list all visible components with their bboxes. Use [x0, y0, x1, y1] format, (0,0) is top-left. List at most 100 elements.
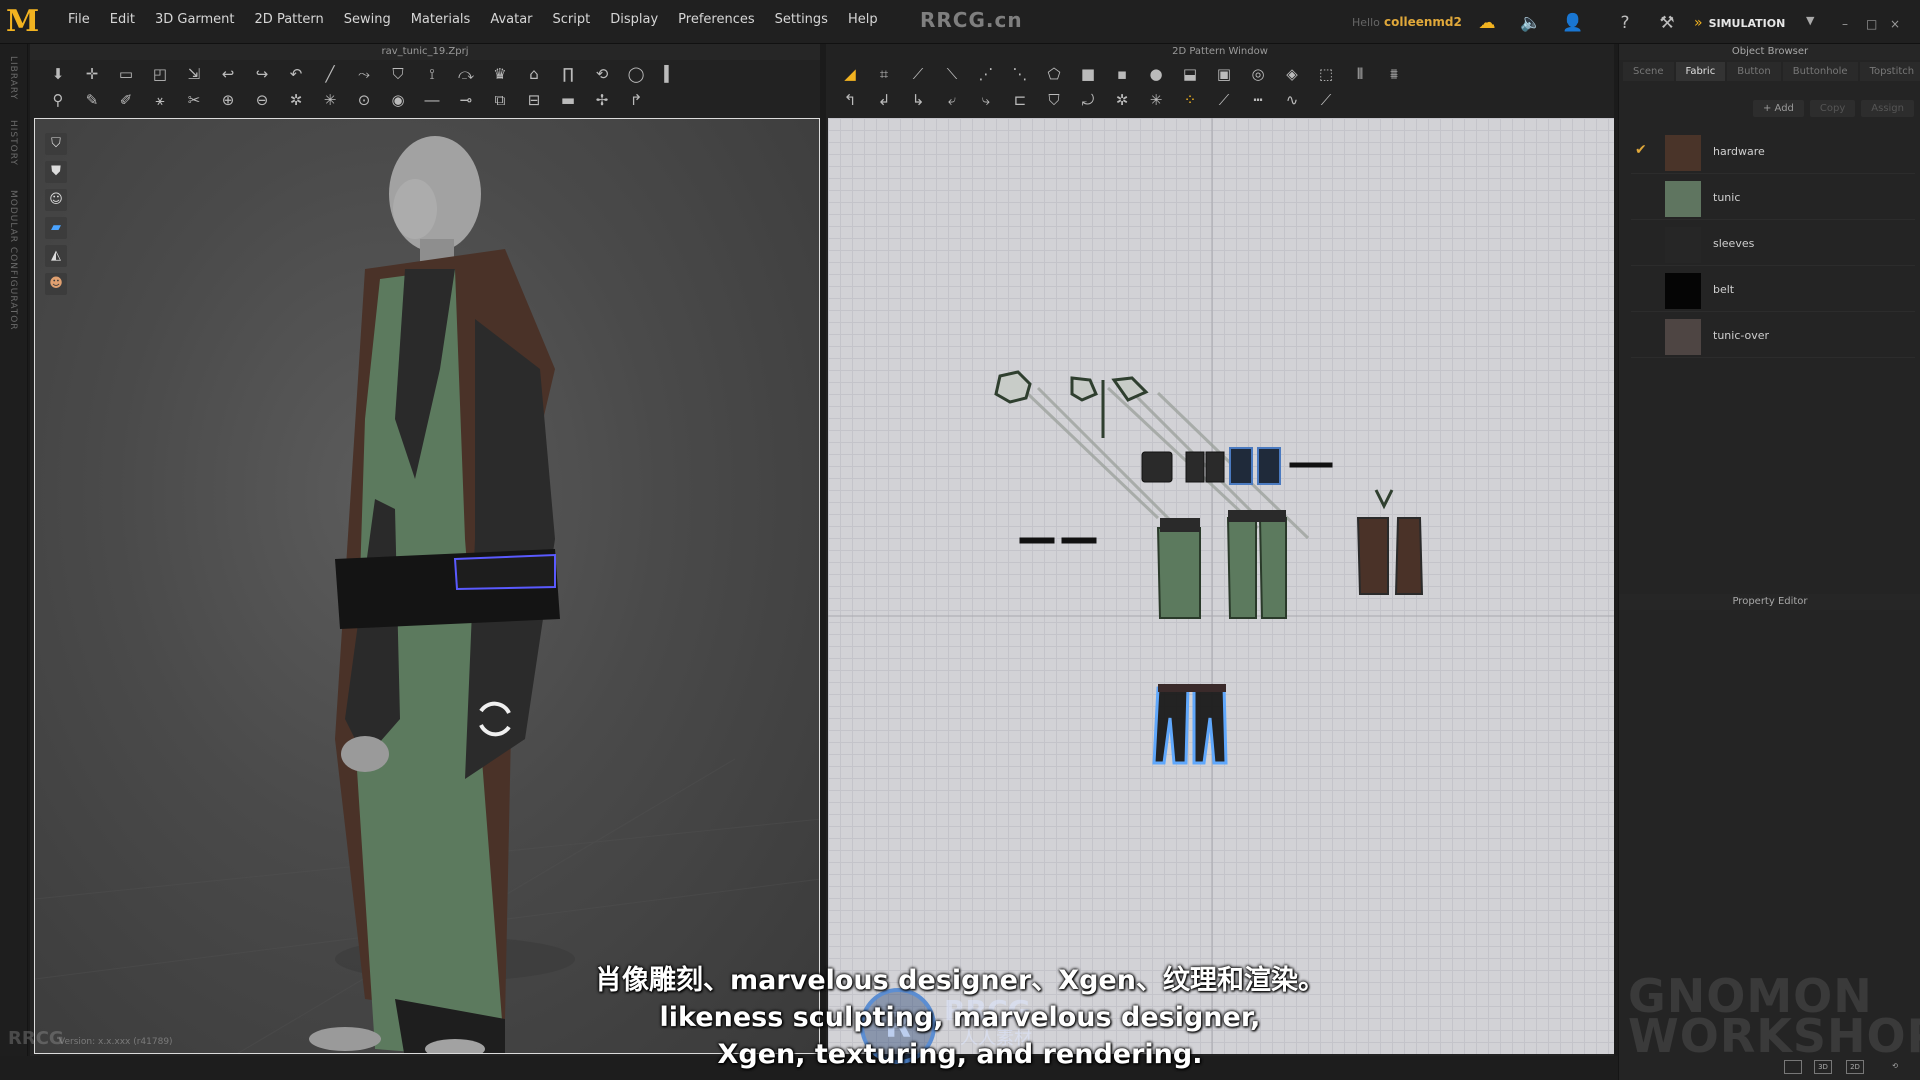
minimize-icon[interactable]: –	[1842, 17, 1848, 31]
arrange-icon[interactable]: ⤾	[1074, 88, 1102, 112]
help-icon[interactable]: ?	[1614, 12, 1636, 34]
render-view-icon[interactable]: ◭	[45, 245, 67, 267]
sewing-icon[interactable]: ⤳	[350, 62, 378, 86]
scale-icon[interactable]: ◰	[146, 62, 174, 86]
pose-icon[interactable]: ⚲	[44, 88, 72, 112]
box-select-icon[interactable]: ▭	[112, 62, 140, 86]
sew-3-icon[interactable]: ↳	[904, 88, 932, 112]
circle-icon[interactable]: ◉	[384, 88, 412, 112]
garment-view-icon[interactable]: ⛉	[45, 133, 67, 155]
tab-fabric[interactable]: Fabric	[1675, 62, 1726, 81]
dart-icon[interactable]: ◈	[1278, 62, 1306, 86]
axis-icon[interactable]: ✢	[588, 88, 616, 112]
rect-icon[interactable]: ■	[1074, 62, 1102, 86]
stitch-2-icon[interactable]: ✳	[316, 88, 344, 112]
menu-edit[interactable]: Edit	[100, 12, 145, 27]
menu-display[interactable]: Display	[600, 12, 668, 27]
pleat-2-icon[interactable]: ⩩	[1380, 62, 1408, 86]
internal-rect-icon[interactable]: ▣	[1210, 62, 1238, 86]
user-icon[interactable]: 👤	[1562, 12, 1584, 34]
transform-icon[interactable]: ✛	[78, 62, 106, 86]
modular-configurator-tab[interactable]: MODULAR CONFIGURATOR	[8, 190, 18, 331]
split-icon[interactable]: ⋱	[1006, 62, 1034, 86]
sew-2-icon[interactable]: ↲	[870, 88, 898, 112]
menu-script[interactable]: Script	[543, 12, 601, 27]
fabric-item-tunic-over[interactable]: tunic-over	[1631, 312, 1915, 358]
button-tool-icon[interactable]: ⊕	[214, 88, 242, 112]
curve-point-icon[interactable]: ⟍	[938, 62, 966, 86]
texture-view-icon[interactable]: ▰	[45, 217, 67, 239]
simulation-mode[interactable]: » SIMULATION	[1694, 14, 1785, 32]
fabric-item-hardware[interactable]: ✔ hardware	[1631, 128, 1915, 174]
menu-2d-pattern[interactable]: 2D Pattern	[245, 12, 334, 27]
slash-icon[interactable]: ⟋	[1312, 88, 1340, 112]
menu-materials[interactable]: Materials	[401, 12, 481, 27]
fold-3-icon[interactable]: ↶	[282, 62, 310, 86]
sew-5-icon[interactable]: ⤷	[972, 88, 1000, 112]
menu-help[interactable]: Help	[838, 12, 888, 27]
dash-line-icon[interactable]: ┅	[1244, 88, 1272, 112]
edit-pattern-icon[interactable]: ◢	[836, 62, 864, 86]
menu-avatar[interactable]: Avatar	[480, 12, 542, 27]
tab-topstitch[interactable]: Topstitch	[1859, 62, 1920, 81]
speaker-icon[interactable]: 🔈	[1520, 12, 1542, 34]
line-icon[interactable]: ╱	[316, 62, 344, 86]
assign-fabric-button[interactable]: Assign	[1861, 100, 1914, 117]
polygon-icon[interactable]: ⬠	[1040, 62, 1068, 86]
tab-scene[interactable]: Scene	[1623, 62, 1674, 81]
zip-icon[interactable]: ⊙	[350, 88, 378, 112]
sew-icon[interactable]: ↰	[836, 88, 864, 112]
edit-point-icon[interactable]: ⌗	[870, 62, 898, 86]
menu-sewing[interactable]: Sewing	[334, 12, 401, 27]
garment-view-2-icon[interactable]: ⛊	[45, 161, 67, 183]
menu-3d-garment[interactable]: 3D Garment	[145, 12, 245, 27]
buttonhole-icon[interactable]: ⊖	[248, 88, 276, 112]
rect-2-icon[interactable]: ▪	[1108, 62, 1136, 86]
menu-settings[interactable]: Settings	[765, 12, 838, 27]
internal-circle-icon[interactable]: ◎	[1244, 62, 1272, 86]
tab-button[interactable]: Button	[1727, 62, 1781, 81]
fabric-item-belt[interactable]: belt	[1631, 266, 1915, 312]
garment-2d-icon[interactable]: ⛉	[1040, 88, 1068, 112]
cut-icon[interactable]: ✂	[180, 88, 208, 112]
fold-pattern-icon[interactable]: ⊏	[1006, 88, 1034, 112]
stitch-2d-icon[interactable]: ✲	[1108, 88, 1136, 112]
edit-curve-icon[interactable]: ⟋	[904, 62, 932, 86]
lasso-icon[interactable]: ⟲	[588, 62, 616, 86]
line-2d-icon[interactable]: ⟋	[1210, 88, 1238, 112]
cloud-icon[interactable]: ☁	[1476, 12, 1498, 34]
tape-icon[interactable]: ⧉	[486, 88, 514, 112]
wave-icon[interactable]: ∿	[1278, 88, 1306, 112]
curve-icon[interactable]: ⤼	[452, 62, 480, 86]
ellipse-icon[interactable]: ◯	[622, 62, 650, 86]
pleat-icon[interactable]: ⦀	[1346, 62, 1374, 86]
pin-icon[interactable]: ⇲	[180, 62, 208, 86]
internal-poly-icon[interactable]: ⬓	[1176, 62, 1204, 86]
menu-preferences[interactable]: Preferences	[668, 12, 764, 27]
chevron-down-icon[interactable]: ▼	[1806, 14, 1814, 27]
select-move-icon[interactable]: ⬇	[44, 62, 72, 86]
fabric-item-sleeves[interactable]: sleeves	[1631, 220, 1915, 266]
grading-icon[interactable]: ⁘	[1176, 88, 1204, 112]
stitch-2d-2-icon[interactable]: ✳	[1142, 88, 1170, 112]
pants-icon[interactable]: ∏	[554, 62, 582, 86]
add-fabric-button[interactable]: + Add	[1752, 100, 1804, 117]
brush-icon[interactable]: ✎	[78, 88, 106, 112]
username[interactable]: colleenmd2	[1384, 15, 1462, 29]
tack-icon[interactable]: ⚹	[146, 88, 174, 112]
fabric-item-tunic[interactable]: tunic	[1631, 174, 1915, 220]
fold-icon[interactable]: ↩	[214, 62, 242, 86]
stitch-icon[interactable]: ✲	[282, 88, 310, 112]
library-tab[interactable]: LIBRARY	[8, 56, 18, 100]
garment-icon[interactable]: ♛	[486, 62, 514, 86]
skin-view-icon[interactable]: ☻	[45, 273, 67, 295]
tunic-icon[interactable]: ⌂	[520, 62, 548, 86]
fold-2-icon[interactable]: ↪	[248, 62, 276, 86]
2d-pattern-viewport[interactable]	[828, 118, 1614, 1054]
shirt-icon[interactable]: ⛉	[384, 62, 412, 86]
add-point-icon[interactable]: ⋰	[972, 62, 1000, 86]
plane-icon[interactable]: ▬	[554, 88, 582, 112]
tape-2-icon[interactable]: ⊟	[520, 88, 548, 112]
avatar-view-icon[interactable]: ☺	[45, 189, 67, 211]
arrow-icon[interactable]: ↱	[622, 88, 650, 112]
